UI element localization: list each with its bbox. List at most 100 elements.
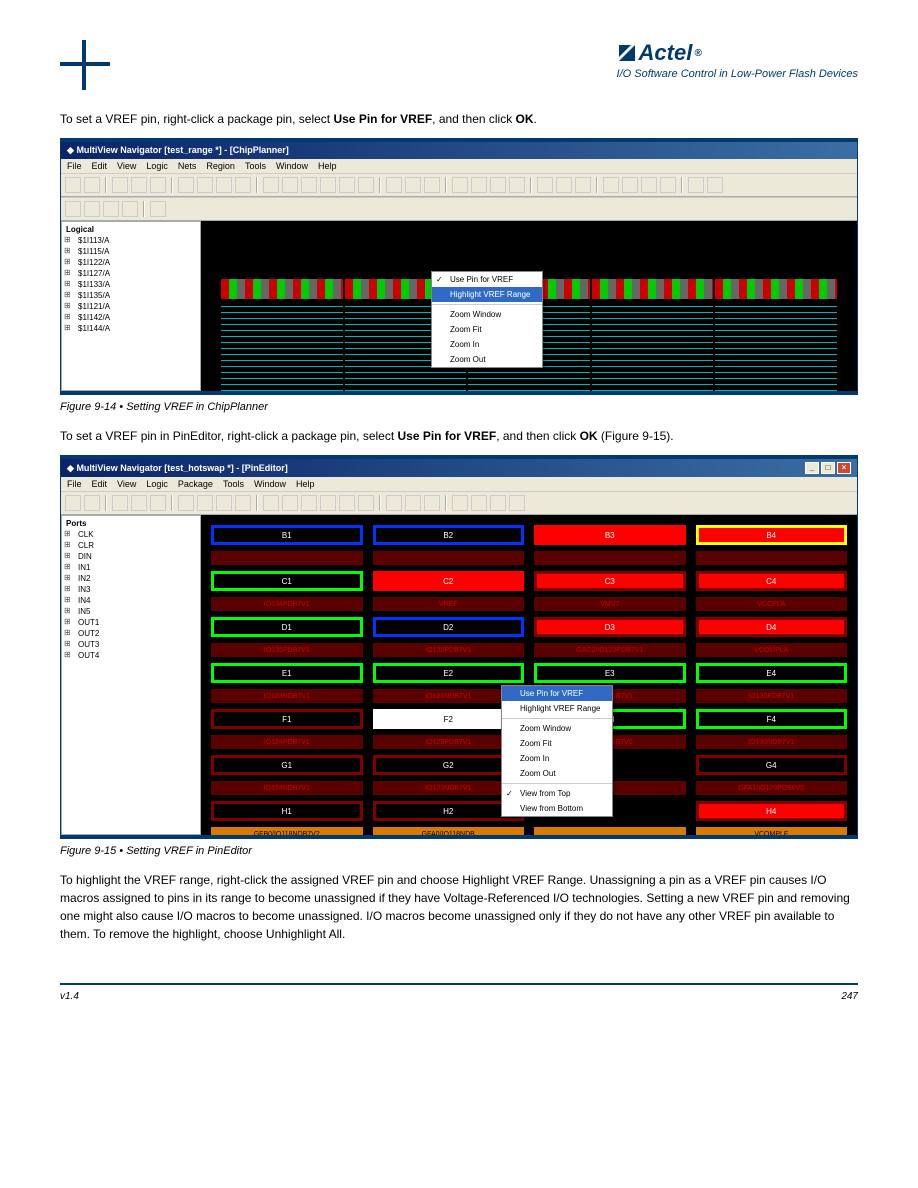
tree-root[interactable]: Logical xyxy=(64,224,198,235)
toolbar-btn[interactable] xyxy=(112,495,128,511)
toolbar-btn[interactable] xyxy=(707,177,723,193)
pin-C3[interactable]: C3 xyxy=(534,571,686,591)
ctx-zoom-fit[interactable]: Zoom Fit xyxy=(502,736,612,751)
toolbar-btn[interactable] xyxy=(178,177,194,193)
toolbar-btn[interactable] xyxy=(131,177,147,193)
menu-help[interactable]: Help xyxy=(318,161,337,171)
toolbar-btn[interactable] xyxy=(263,177,279,193)
tree-item[interactable]: $1I115/A xyxy=(64,246,198,257)
pin-E3[interactable]: E3 xyxy=(534,663,686,683)
toolbar-btn[interactable] xyxy=(452,495,468,511)
menu-file[interactable]: File xyxy=(67,161,82,171)
toolbar-btn[interactable] xyxy=(216,177,232,193)
tree-item[interactable]: $1I113/A xyxy=(64,235,198,246)
pin-E4[interactable]: E4 xyxy=(696,663,848,683)
toolbar-btn[interactable] xyxy=(339,495,355,511)
toolbar-btn[interactable] xyxy=(150,495,166,511)
toolbar-btn[interactable] xyxy=(386,495,402,511)
pin-E1[interactable]: E1 xyxy=(211,663,363,683)
menu-logic[interactable]: Logic xyxy=(146,161,168,171)
ctx-use-pin-vref[interactable]: Use Pin for VREF xyxy=(432,272,542,287)
tree-item[interactable]: $1I144/A xyxy=(64,323,198,334)
tree-item[interactable]: $1I127/A xyxy=(64,268,198,279)
ctx-zoom-in[interactable]: Zoom In xyxy=(502,751,612,766)
pin-B1[interactable]: B1 xyxy=(211,525,363,545)
toolbar-btn[interactable] xyxy=(216,495,232,511)
ctx-zoom-fit[interactable]: Zoom Fit xyxy=(432,322,542,337)
toolbar-btn[interactable] xyxy=(386,177,402,193)
tree-item[interactable]: IN5 xyxy=(64,606,198,617)
pin-D4[interactable]: D4 xyxy=(696,617,848,637)
toolbar-btn[interactable] xyxy=(405,177,421,193)
ctx-highlight-vref-range[interactable]: Highlight VREF Range xyxy=(432,287,542,302)
minimize-button[interactable]: _ xyxy=(805,462,819,474)
tree-item[interactable]: IN4 xyxy=(64,595,198,606)
toolbar-btn[interactable] xyxy=(197,495,213,511)
tree-item[interactable]: $1I142/A xyxy=(64,312,198,323)
context-menu[interactable]: Use Pin for VREF Highlight VREF Range Zo… xyxy=(431,271,543,368)
pin-B4[interactable]: B4 xyxy=(696,525,848,545)
toolbar-btn[interactable] xyxy=(84,201,100,217)
toolbar-btn[interactable] xyxy=(452,177,468,193)
toolbar-btn[interactable] xyxy=(320,177,336,193)
toolbar-btn[interactable] xyxy=(103,201,119,217)
toolbar-btn[interactable] xyxy=(282,177,298,193)
toolbar-btn[interactable] xyxy=(131,495,147,511)
maximize-button[interactable]: □ xyxy=(821,462,835,474)
toolbar-btn[interactable] xyxy=(424,177,440,193)
toolbar-btn[interactable] xyxy=(660,177,676,193)
chip-canvas[interactable]: Use Pin for VREF Highlight VREF Range Zo… xyxy=(201,221,857,391)
context-menu[interactable]: Use Pin for VREF Highlight VREF Range Zo… xyxy=(501,685,613,817)
pin-H4[interactable]: H4 xyxy=(696,801,848,821)
menu-file[interactable]: File xyxy=(67,479,82,489)
ctx-highlight-vref-range[interactable]: Highlight VREF Range xyxy=(502,701,612,716)
menu-edit[interactable]: Edit xyxy=(92,161,108,171)
toolbar-btn[interactable] xyxy=(112,177,128,193)
ctx-use-pin-vref[interactable]: Use Pin for VREF xyxy=(502,686,612,701)
tree-item[interactable]: OUT2 xyxy=(64,628,198,639)
toolbar-btn[interactable] xyxy=(603,177,619,193)
tree-item[interactable]: OUT1 xyxy=(64,617,198,628)
pin-C4[interactable]: C4 xyxy=(696,571,848,591)
pin-F1[interactable]: F1 xyxy=(211,709,363,729)
tree-item[interactable]: DIN xyxy=(64,551,198,562)
menu-logic[interactable]: Logic xyxy=(146,479,168,489)
toolbar-btn[interactable] xyxy=(122,201,138,217)
toolbar-btn[interactable] xyxy=(537,177,553,193)
menu-view[interactable]: View xyxy=(117,479,136,489)
menu-region[interactable]: Region xyxy=(206,161,235,171)
menubar[interactable]: File Edit View Logic Nets Region Tools W… xyxy=(61,159,857,173)
toolbar-btn[interactable] xyxy=(282,495,298,511)
toolbar-btn[interactable] xyxy=(358,177,374,193)
toolbar-btn[interactable] xyxy=(320,495,336,511)
ctx-zoom-out[interactable]: Zoom Out xyxy=(432,352,542,367)
toolbar-btn[interactable] xyxy=(65,177,81,193)
toolbar-btn[interactable] xyxy=(556,177,572,193)
close-button[interactable]: × xyxy=(837,462,851,474)
toolbar-btn[interactable] xyxy=(65,495,81,511)
logical-tree[interactable]: Logical $1I113/A $1I115/A $1I122/A $1I12… xyxy=(61,221,201,391)
ctx-view-from-top[interactable]: View from Top xyxy=(502,786,612,801)
window-controls[interactable]: _□× xyxy=(803,462,851,474)
toolbar-btn[interactable] xyxy=(150,177,166,193)
toolbar-btn[interactable] xyxy=(490,495,506,511)
toolbar-btn[interactable] xyxy=(150,201,166,217)
toolbar-btn[interactable] xyxy=(622,177,638,193)
pin-E2[interactable]: E2 xyxy=(373,663,525,683)
toolbar-btn[interactable] xyxy=(405,495,421,511)
ctx-zoom-window[interactable]: Zoom Window xyxy=(502,721,612,736)
tree-item[interactable]: CLK xyxy=(64,529,198,540)
pin-C1[interactable]: C1 xyxy=(211,571,363,591)
toolbar-btn[interactable] xyxy=(301,495,317,511)
toolbar-btn[interactable] xyxy=(197,177,213,193)
ctx-zoom-out[interactable]: Zoom Out xyxy=(502,766,612,781)
menu-nets[interactable]: Nets xyxy=(178,161,197,171)
pin-C2[interactable]: C2 xyxy=(373,571,525,591)
toolbar-btn[interactable] xyxy=(84,177,100,193)
menubar[interactable]: File Edit View Logic Package Tools Windo… xyxy=(61,477,857,491)
toolbar-btn[interactable] xyxy=(263,495,279,511)
toolbar-btn[interactable] xyxy=(490,177,506,193)
pin-canvas[interactable]: B1B2B3B4C1C2C3C4IO134PDB7V1VREFVMV7VCCPL… xyxy=(201,515,857,835)
toolbar-btn[interactable] xyxy=(84,495,100,511)
pin-B3[interactable]: B3 xyxy=(534,525,686,545)
